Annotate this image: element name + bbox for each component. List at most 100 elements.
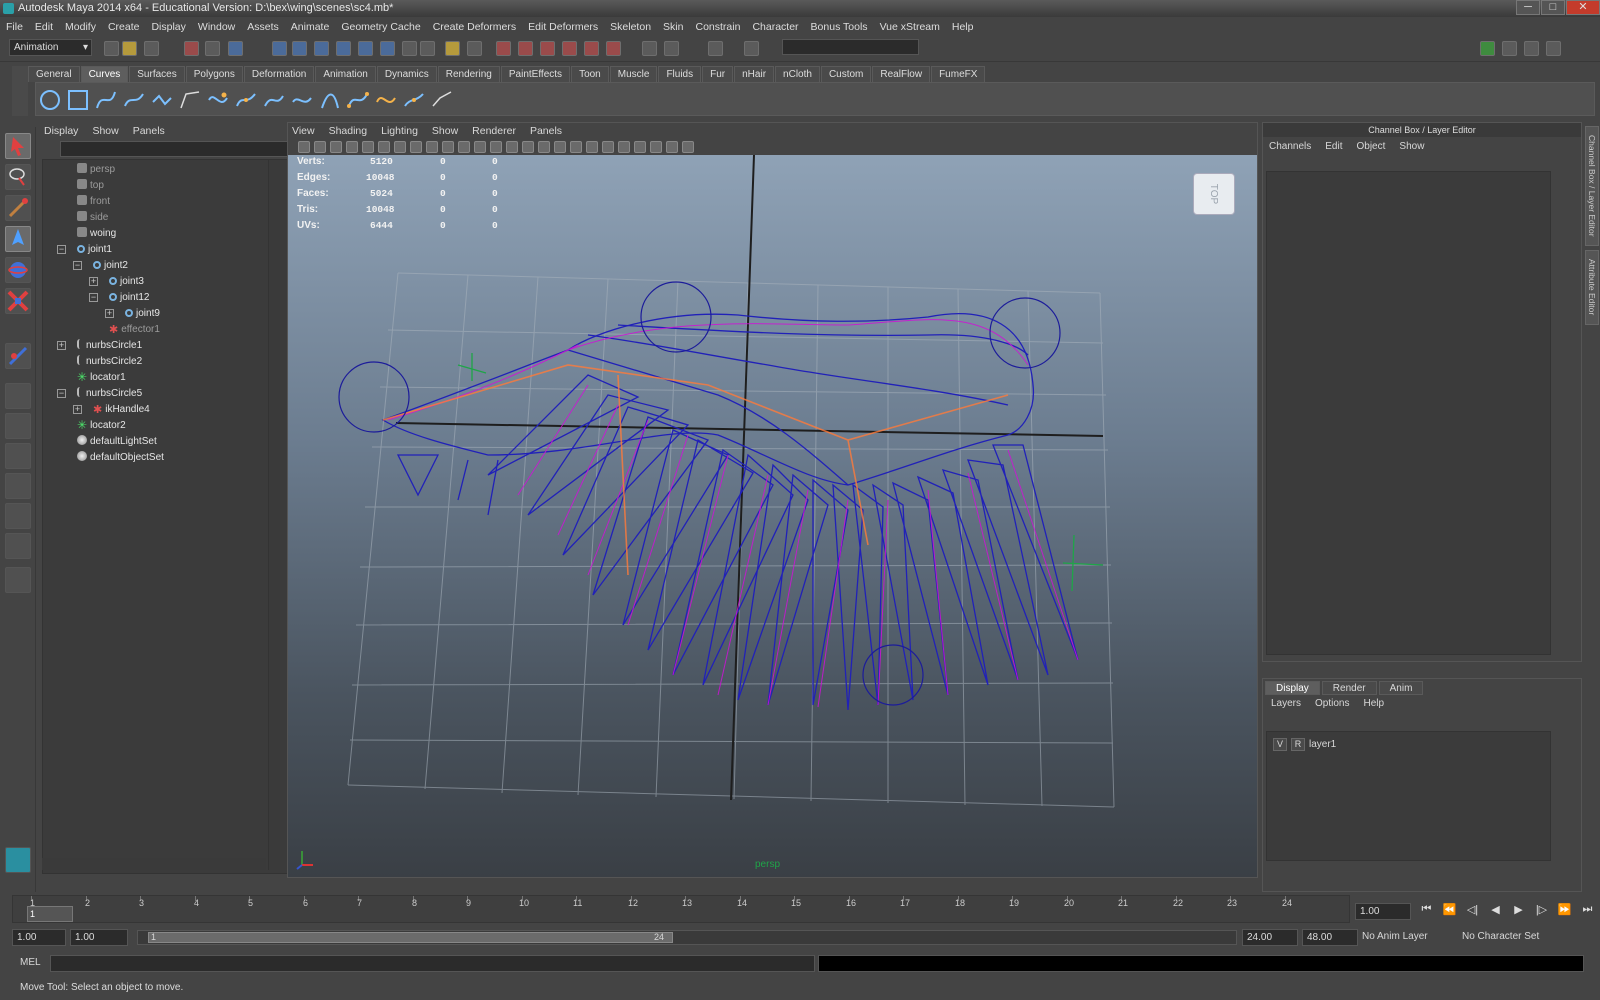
fillet-curve-icon[interactable] (402, 88, 426, 112)
construction-history-icon[interactable] (402, 41, 417, 56)
outliner-item[interactable]: ✱ ikHandle4 (93, 402, 150, 418)
menu-skin[interactable]: Skin (663, 21, 683, 33)
shelf-tab-muscle[interactable]: Muscle (609, 66, 658, 82)
rebuild-curve-icon[interactable] (374, 88, 398, 112)
layers-menu[interactable]: Layers (1271, 698, 1301, 709)
anim-layer-selector[interactable]: No Anim Layer (1362, 931, 1428, 942)
hypershade-layout-icon[interactable] (5, 503, 31, 529)
shelf-tab-polygons[interactable]: Polygons (185, 66, 243, 82)
layer-tab-display[interactable]: Display (1265, 681, 1320, 695)
collapse-icon[interactable]: − (57, 245, 66, 254)
collapse-icon[interactable]: − (89, 293, 98, 302)
outliner-item[interactable]: ✳ locator1 (77, 370, 126, 386)
shelf-tab-nhair[interactable]: nHair (734, 66, 775, 82)
camera-attributes-icon[interactable] (314, 141, 326, 153)
textured-icon[interactable] (458, 141, 470, 153)
single-perspective-layout-icon[interactable] (5, 383, 31, 409)
absolute-transform-icon[interactable] (664, 41, 679, 56)
smooth-shade-icon[interactable] (426, 141, 438, 153)
field-chart-icon[interactable] (570, 141, 582, 153)
wireframe-icon[interactable] (410, 141, 422, 153)
ep-curve-tool-icon[interactable] (122, 88, 146, 112)
select-tool-icon[interactable] (5, 133, 31, 159)
snap-grid-icon[interactable] (272, 41, 287, 56)
panel-menu-renderer[interactable]: Renderer (472, 125, 516, 137)
layer-options-menu[interactable]: Options (1315, 698, 1349, 709)
menu-skeleton[interactable]: Skeleton (610, 21, 651, 33)
safe-title-icon[interactable] (602, 141, 614, 153)
shelf-tab-custom[interactable]: Custom (820, 66, 872, 82)
collapse-icon[interactable]: − (73, 261, 82, 270)
xray-joints-icon[interactable] (394, 141, 406, 153)
cv-curve-tool-icon[interactable] (94, 88, 118, 112)
side-tab-channel-box[interactable]: Channel Box / Layer Editor (1585, 126, 1599, 246)
view-cube[interactable]: TOP (1193, 173, 1235, 215)
layer-visibility-toggle[interactable]: V (1273, 737, 1287, 751)
xray-icon[interactable] (506, 141, 518, 153)
detach-curves-icon[interactable] (234, 88, 258, 112)
open-scene-icon[interactable] (122, 41, 137, 56)
shelf-tab-rendering[interactable]: Rendering (437, 66, 500, 82)
outliner-item[interactable]: defaultLightSet (77, 434, 157, 450)
outliner-item[interactable]: nurbsCircle2 (77, 354, 142, 370)
outliner-item[interactable]: joint9 (125, 306, 160, 322)
arc-tool-icon[interactable] (178, 88, 202, 112)
menu-display[interactable]: Display (151, 21, 185, 33)
range-slider-thumb[interactable]: 1 24 (148, 932, 673, 943)
graph-editor-layout-icon[interactable] (5, 533, 31, 559)
shadows-icon[interactable] (490, 141, 502, 153)
extend-curve-icon[interactable] (290, 88, 314, 112)
menu-help[interactable]: Help (952, 21, 974, 33)
menu-modify[interactable]: Modify (65, 21, 96, 33)
character-set-selector[interactable]: No Character Set (1462, 931, 1539, 942)
channel-box-body[interactable] (1266, 171, 1551, 655)
menu-edit[interactable]: Edit (35, 21, 53, 33)
outliner-item[interactable]: ✱ effector1 (109, 322, 160, 338)
animation-end-field[interactable]: 48.00 (1302, 929, 1358, 946)
lasso-tool-icon[interactable] (5, 164, 31, 190)
hypershade-icon[interactable] (562, 41, 577, 56)
channel-show-menu[interactable]: Show (1399, 141, 1424, 152)
animation-start-field[interactable]: 1.00 (12, 929, 66, 946)
wireframe-on-shaded-icon[interactable] (442, 141, 454, 153)
bookmarks-icon[interactable] (330, 141, 342, 153)
panel-menu-shading[interactable]: Shading (329, 125, 368, 137)
pencil-curve-tool-icon[interactable] (150, 88, 174, 112)
panel-menu-lighting[interactable]: Lighting (381, 125, 418, 137)
shelf-tab-animation[interactable]: Animation (315, 66, 376, 82)
menu-create-deformers[interactable]: Create Deformers (433, 21, 516, 33)
channel-edit-menu[interactable]: Edit (1325, 141, 1342, 152)
layer-reference-toggle[interactable]: R (1291, 737, 1305, 751)
expand-icon[interactable]: + (105, 309, 114, 318)
attach-curves-icon[interactable] (206, 88, 230, 112)
step-forward-key-button[interactable]: ⏩ (1553, 903, 1576, 916)
four-view-layout-icon[interactable] (5, 413, 31, 439)
minimize-button[interactable]: ─ (1516, 0, 1540, 15)
3d-viewport[interactable]: Verts: 5120 0 0 Edges: 10048 0 0 Faces: … (288, 155, 1257, 877)
persp-graph-layout-icon[interactable] (5, 473, 31, 499)
show-hide-attribute-editor-icon[interactable] (1502, 41, 1517, 56)
expand-icon[interactable]: + (73, 405, 82, 414)
quick-selection-field[interactable] (782, 39, 919, 55)
panel-menu-show[interactable]: Show (432, 125, 458, 137)
go-to-start-button[interactable]: ⏮ (1415, 903, 1438, 916)
channels-menu[interactable]: Channels (1269, 141, 1311, 152)
menu-set-selector[interactable]: Animation (9, 39, 92, 56)
menu-file[interactable]: File (6, 21, 23, 33)
lock-icon[interactable] (445, 41, 460, 56)
side-tab-attribute-editor[interactable]: Attribute Editor (1585, 250, 1599, 325)
outliner-item[interactable]: joint2 (93, 258, 128, 274)
menu-character[interactable]: Character (752, 21, 798, 33)
persp-outliner-layout-icon[interactable] (5, 443, 31, 469)
input-line-mode-icon[interactable] (642, 41, 657, 56)
outliner-item[interactable]: nurbsCircle1 (77, 338, 142, 354)
outliner-horizontal-scrollbar[interactable] (42, 858, 266, 870)
menu-edit-deformers[interactable]: Edit Deformers (528, 21, 598, 33)
layout-options-icon[interactable] (5, 567, 31, 593)
outliner-menu-panels[interactable]: Panels (133, 125, 165, 137)
scale-tool-icon[interactable] (5, 288, 31, 314)
shelf-tab-toon[interactable]: Toon (571, 66, 609, 82)
history-icon[interactable] (380, 41, 395, 56)
play-forwards-button[interactable]: ▶ (1507, 903, 1530, 916)
step-back-frame-button[interactable]: ◁| (1461, 903, 1484, 916)
